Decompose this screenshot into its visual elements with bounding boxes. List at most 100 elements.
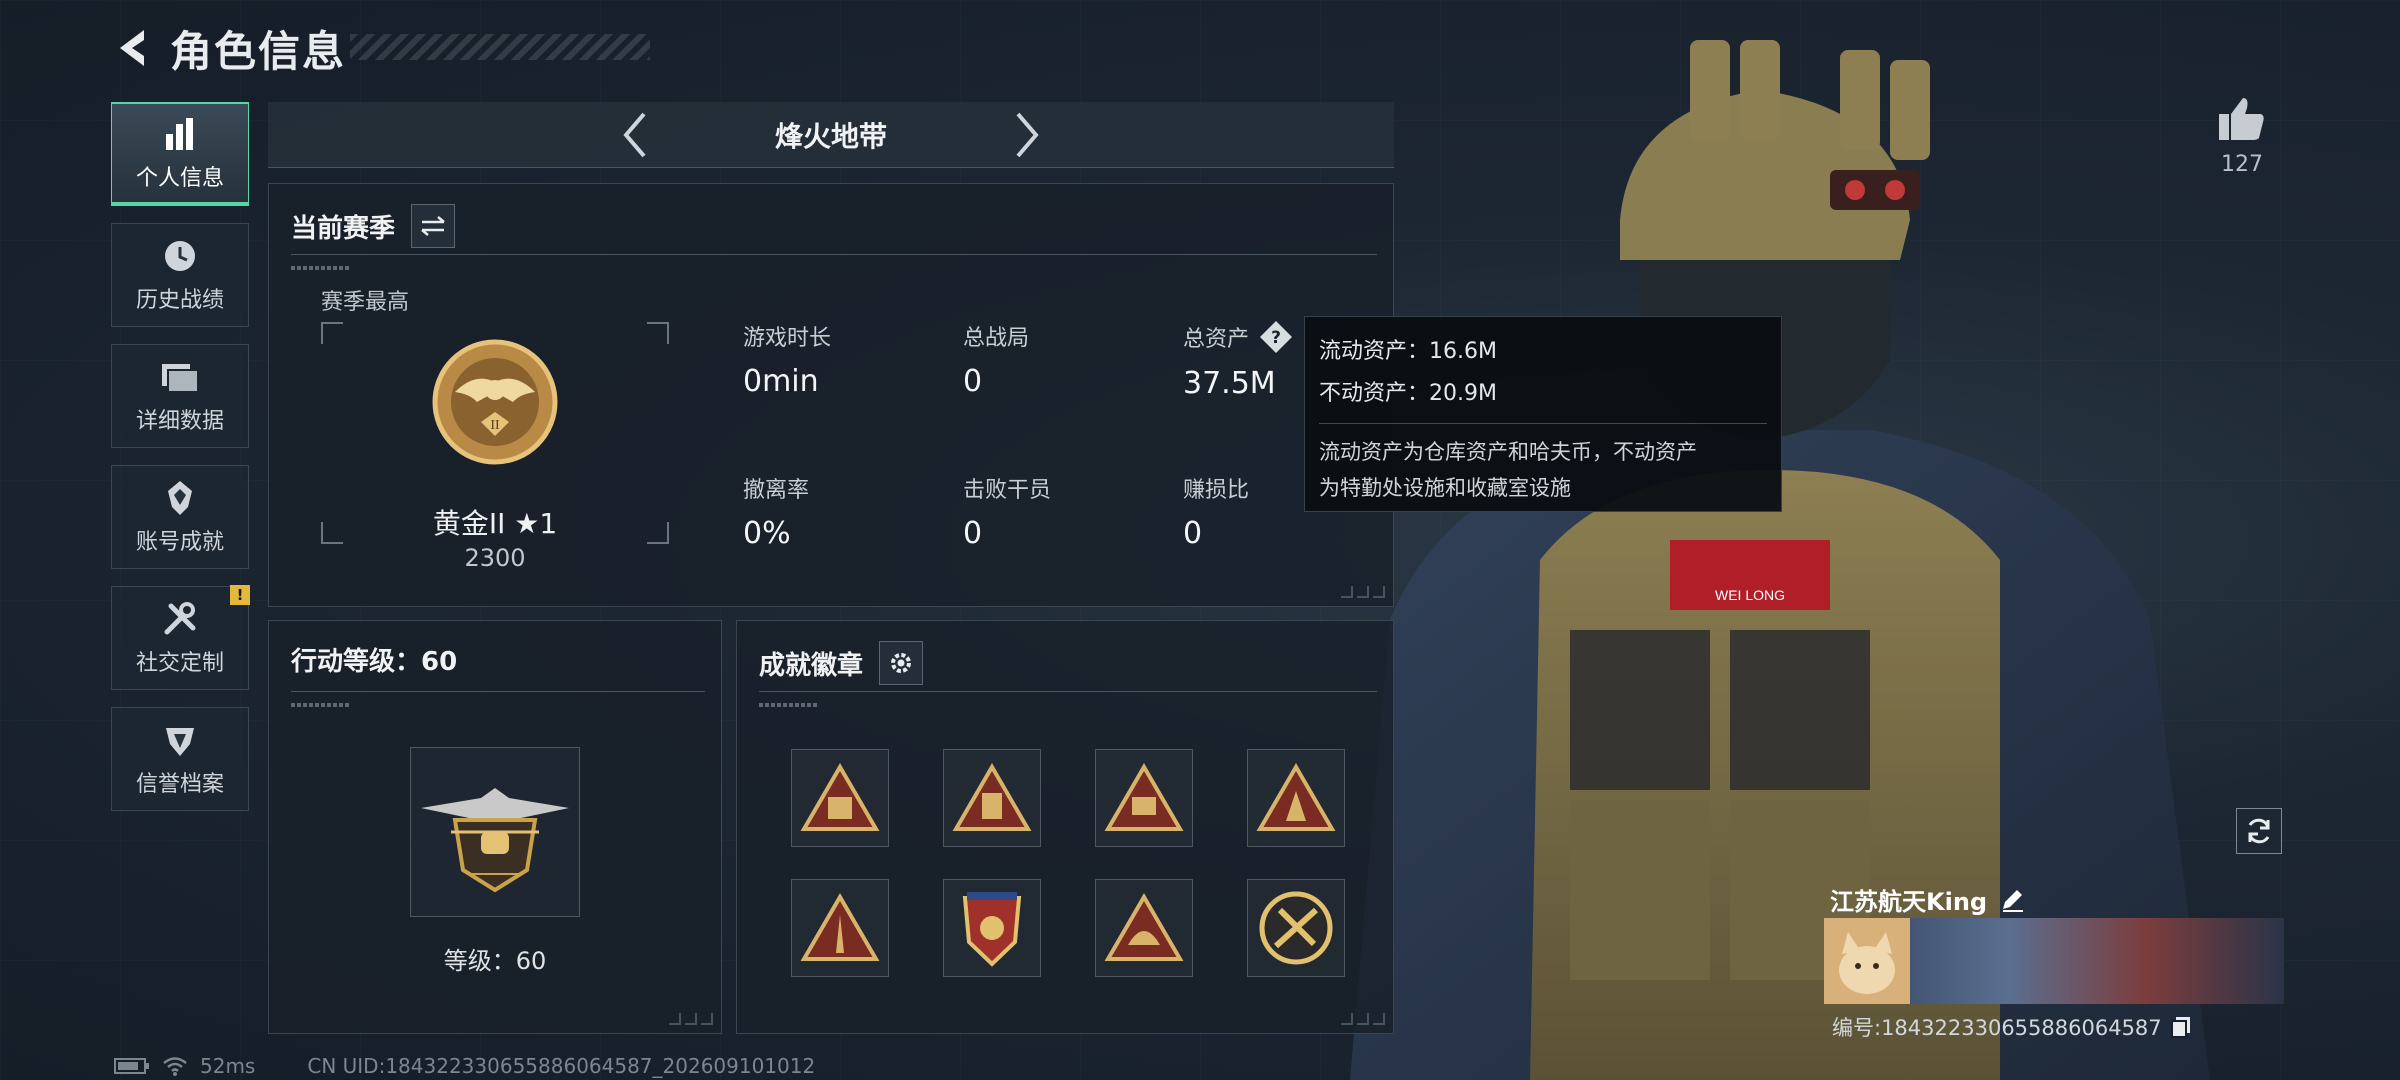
- tooltip-desc-line-2: 为特勤处设施和收藏室设施: [1319, 476, 1571, 500]
- folder-icon: [158, 357, 202, 397]
- bar-chart-icon: [158, 114, 202, 154]
- stat-label: 游戏时长: [743, 326, 832, 351]
- decoration-dots: [759, 703, 819, 707]
- gear-icon: [891, 653, 912, 673]
- refresh-icon: [2248, 818, 2270, 844]
- badge-item[interactable]: [1095, 879, 1193, 977]
- stat-label-row: 总资产 ?: [1183, 320, 1293, 354]
- sidebar-item-label: 个人信息: [135, 166, 224, 191]
- tooltip-fixed-assets: 不动资产：20.9M: [1319, 381, 1497, 406]
- season-title-row: 当前赛季: [291, 204, 456, 248]
- cat-avatar-icon: [1824, 918, 1910, 1004]
- achievement-icon: [158, 478, 202, 518]
- sidebar-item-achievements[interactable]: 账号成就: [111, 465, 249, 569]
- player-name: 江苏航天King: [1830, 888, 1988, 916]
- back-button[interactable]: [110, 22, 154, 74]
- badge-grid: [791, 749, 1345, 977]
- stat-extract-rate: 撤离率 0%: [743, 472, 809, 551]
- season-switch-button[interactable]: [411, 204, 456, 248]
- stat-profit-ratio: 赚损比 0: [1183, 472, 1249, 551]
- badge-item[interactable]: [943, 879, 1041, 977]
- achievement-badges-panel: 成就徽章: [736, 620, 1394, 1034]
- stat-total-matches: 总战局 0: [963, 320, 1029, 399]
- svg-text:WEI LONG: WEI LONG: [1715, 587, 1785, 603]
- triangle-badge-icon: [1256, 763, 1336, 831]
- divider: [759, 691, 1377, 692]
- chevron-left-icon: [623, 112, 646, 157]
- level-badge[interactable]: [410, 747, 580, 917]
- divider: [291, 254, 1377, 255]
- mode-selector: 烽火地带: [268, 102, 1394, 168]
- mode-title: 烽火地带: [774, 119, 887, 153]
- sidebar-item-label: 社交定制: [135, 651, 224, 676]
- copy-icon[interactable]: [2170, 1015, 2192, 1039]
- crest-badge-icon: [962, 892, 1022, 967]
- badge-item[interactable]: [1095, 749, 1193, 847]
- achievement-title: 成就徽章: [759, 650, 864, 681]
- sidebar-nav: 个人信息 历史战绩 详细数据 账号成就 ! 社交定制 信誉档案: [111, 102, 250, 828]
- action-level-panel: 行动等级：60 等级：60: [268, 620, 722, 1034]
- corner-decoration: [669, 1013, 713, 1025]
- page-header: 角色信息: [110, 22, 650, 76]
- edit-icon[interactable]: [1999, 887, 2025, 913]
- rocket-badge-icon: [800, 893, 880, 961]
- season-panel: 当前赛季 赛季最高 II 黄金II ★1 2300 游戏时长 0min 总战局 …: [268, 183, 1394, 607]
- ping-text: 52ms: [200, 1054, 256, 1078]
- triangle-badge-icon: [952, 763, 1032, 831]
- badge-item[interactable]: [1247, 879, 1345, 977]
- stat-value: 0: [963, 364, 983, 399]
- tooltip-liquid-assets: 流动资产：16.6M: [1319, 339, 1497, 364]
- swap-icon: [421, 216, 445, 236]
- sidebar-item-credit[interactable]: 信誉档案: [111, 707, 249, 811]
- help-icon[interactable]: ?: [1259, 320, 1293, 354]
- sidebar-item-social[interactable]: ! 社交定制: [111, 585, 250, 690]
- sidebar-item-personal-info[interactable]: 个人信息: [111, 102, 249, 206]
- player-banner[interactable]: [1824, 918, 2284, 1004]
- corner-decoration: [1341, 586, 1385, 598]
- shield-icon: [158, 720, 202, 760]
- clock-icon: [158, 236, 202, 276]
- like-button[interactable]: 127: [2214, 96, 2270, 177]
- badge-item[interactable]: [791, 749, 889, 847]
- badge-item[interactable]: [791, 879, 889, 977]
- triangle-badge-icon: [1104, 763, 1184, 831]
- wifi-icon: [163, 1057, 187, 1076]
- tools-icon: [158, 599, 202, 639]
- rank-name: 黄金II ★1: [432, 507, 558, 540]
- level-title: 行动等级：60: [291, 647, 458, 677]
- badge-item[interactable]: [1247, 749, 1345, 847]
- corner-decoration: [1341, 1013, 1385, 1025]
- stat-value: 37.5M: [1183, 366, 1276, 401]
- sidebar-item-details[interactable]: 详细数据: [111, 344, 249, 448]
- assets-tooltip: 流动资产：16.6M 不动资产：20.9M 流动资产为仓库资产和哈夫币，不动资产…: [1304, 316, 1782, 512]
- helicopter-emblem-icon: [421, 788, 569, 893]
- divider: [291, 691, 705, 692]
- decoration-dots: [291, 703, 351, 707]
- achievement-title-row: 成就徽章: [759, 641, 924, 685]
- decoration-dots: [291, 266, 351, 270]
- badge-item[interactable]: [943, 749, 1041, 847]
- stat-label: 赚损比: [1183, 478, 1250, 503]
- tooltip-desc-line-1: 流动资产为仓库资产和哈夫币，不动资产: [1319, 440, 1697, 464]
- triangle-badge-icon: [800, 763, 880, 831]
- stat-value: 0: [1183, 516, 1203, 551]
- status-footer: 52ms CN UID:1843223306558860645​87_20260…: [114, 1054, 815, 1078]
- rank-frame: II 黄金II ★1 2300: [321, 322, 669, 572]
- battery-icon: [114, 1058, 149, 1074]
- helmet-badge-icon: [1104, 893, 1184, 961]
- rank-score: 2300: [464, 544, 526, 572]
- achievement-settings-button[interactable]: [879, 641, 924, 685]
- avatar[interactable]: [1824, 918, 1910, 1004]
- season-best-label: 赛季最高: [321, 290, 410, 315]
- sidebar-item-history[interactable]: 历史战绩: [111, 223, 249, 327]
- tooltip-divider: [1319, 423, 1767, 424]
- mode-next-button[interactable]: [1007, 105, 1047, 165]
- stat-value: 0%: [743, 516, 791, 551]
- stat-value: 0: [963, 516, 983, 551]
- player-id: 编号:1843223306558860645​87: [1832, 1016, 2162, 1040]
- stat-total-assets: 总资产 ? 37.5M: [1183, 320, 1293, 401]
- season-title: 当前赛季: [291, 213, 396, 244]
- mode-prev-button[interactable]: [615, 105, 655, 165]
- stat-value: 0min: [743, 364, 819, 399]
- rotate-view-button[interactable]: [2236, 808, 2282, 854]
